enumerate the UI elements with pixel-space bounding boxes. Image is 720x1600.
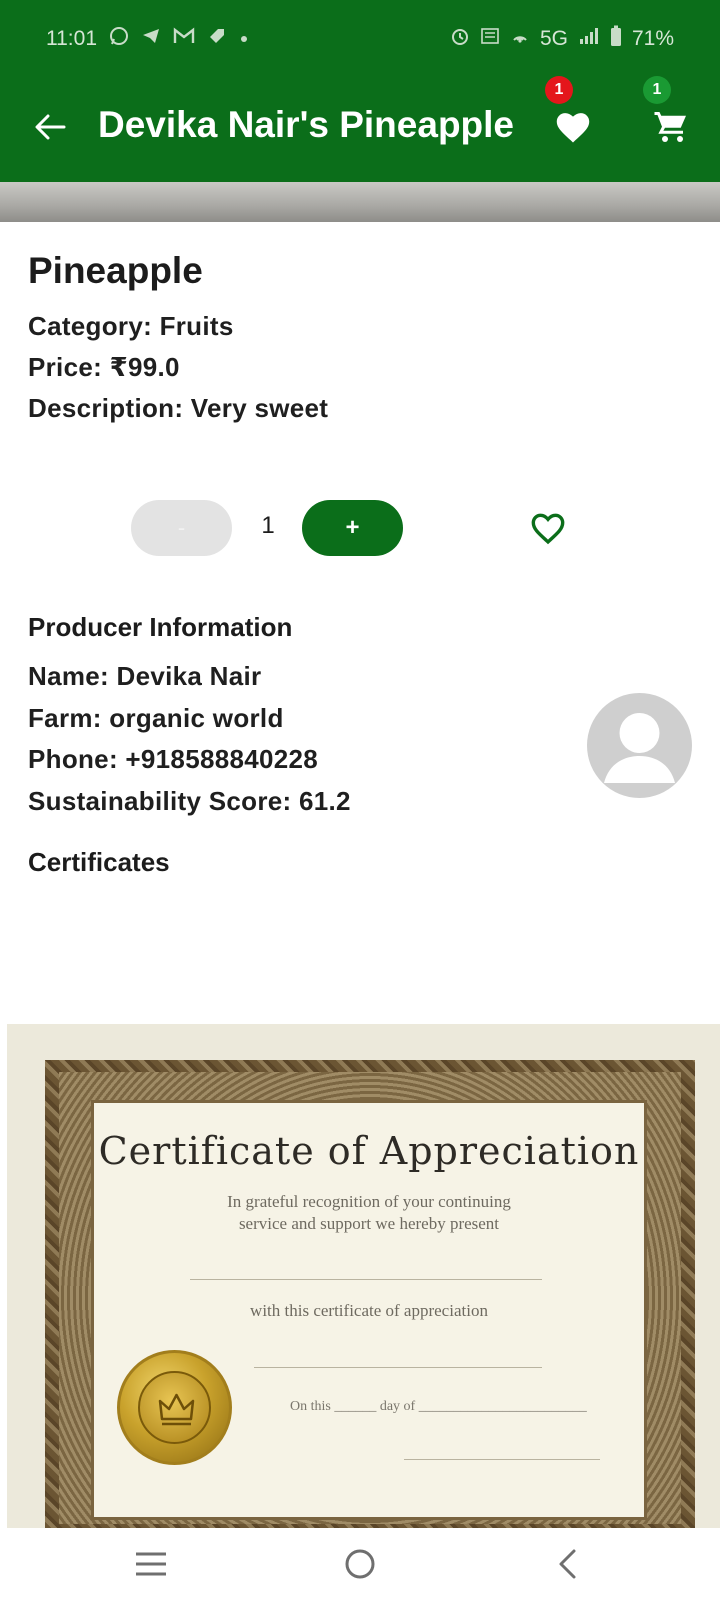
back-nav-button[interactable] <box>537 1542 597 1586</box>
tag-icon <box>207 26 227 52</box>
gold-seal-icon <box>117 1350 232 1465</box>
product-description: Description: Very sweet <box>28 393 329 423</box>
cart-button[interactable] <box>646 102 696 152</box>
certificate-rule <box>254 1367 542 1368</box>
product-price: Price: ₹99.0 <box>28 352 180 382</box>
alarm-icon <box>450 26 470 52</box>
home-icon <box>345 1549 375 1579</box>
seal-center <box>138 1371 211 1444</box>
home-button[interactable] <box>330 1542 390 1586</box>
quantity-value: 1 <box>261 512 275 539</box>
producer-avatar <box>587 693 692 798</box>
system-nav-bar <box>0 1528 720 1600</box>
heart-outline-icon <box>531 513 565 545</box>
status-bar: 11:01 5G 71% <box>0 0 720 78</box>
quantity-stepper: - 1 + <box>0 500 720 556</box>
cart-count-badge: 1 <box>643 76 671 104</box>
add-to-wishlist-button[interactable] <box>527 508 569 548</box>
product-name: Pineapple <box>28 250 203 291</box>
certificate-subtitle: In grateful recognition of your continui… <box>94 1191 644 1235</box>
status-left: 11:01 <box>46 26 249 52</box>
toolbar: Devika Nair's Pineapple 1 1 <box>0 76 720 182</box>
product-image <box>0 182 720 222</box>
decrease-quantity-button[interactable]: - <box>131 500 232 556</box>
certificate-date-line: On this ______ day of __________________… <box>290 1399 587 1414</box>
producer-name: Name: Devika Nair <box>28 661 262 691</box>
back-button[interactable] <box>30 104 70 150</box>
product-category: Category: Fruits <box>28 311 234 341</box>
telegram-icon <box>141 26 161 52</box>
certificate-name-line <box>190 1279 542 1280</box>
page-title: Devika Nair's Pineapple <box>98 104 514 145</box>
recents-button[interactable] <box>121 1542 181 1586</box>
volte-icon <box>480 26 500 52</box>
back-nav-icon <box>559 1549 576 1579</box>
certificate-subline-1: In grateful recognition of your continui… <box>227 1192 511 1211</box>
producer-section-title: Producer Information <box>28 612 293 642</box>
battery-icon <box>610 25 622 53</box>
product-details: Pineapple Category: Fruits Price: ₹99.0 … <box>28 250 698 429</box>
hotspot-icon <box>510 26 530 52</box>
dot-icon <box>239 28 249 50</box>
crown-icon <box>158 1393 195 1426</box>
whatsapp-icon <box>109 26 129 52</box>
cart-icon <box>654 112 686 142</box>
increase-quantity-button[interactable]: + <box>302 500 403 556</box>
gmail-icon <box>173 27 195 51</box>
status-right: 5G 71% <box>450 25 674 53</box>
certificate-signature-line <box>404 1459 600 1460</box>
network-type: 5G <box>539 27 568 50</box>
sustainability-score: Sustainability Score: 61.2 <box>28 785 351 816</box>
heart-filled-icon <box>556 113 590 143</box>
certificate-with-text: with this certificate of appreciation <box>250 1301 488 1320</box>
wishlist-button[interactable] <box>548 102 598 152</box>
certificate-heading: Certificate of Appreciation <box>98 1129 640 1173</box>
status-time: 11:01 <box>46 27 97 50</box>
arrow-left-icon <box>35 114 66 140</box>
certificate-subline-2: service and support we hereby present <box>238 1214 500 1233</box>
certificates-title: Certificates <box>28 847 170 877</box>
certificate-image[interactable]: Certificate of Appreciation In grateful … <box>7 1024 720 1528</box>
person-icon <box>604 713 675 783</box>
battery-level: 71% <box>631 27 674 50</box>
recents-icon <box>136 1552 166 1576</box>
wishlist-count-badge: 1 <box>545 76 573 104</box>
signal-icon <box>578 26 600 52</box>
app-bar: 11:01 5G 71% Devika Nair's Pineapple 1 1 <box>0 0 720 182</box>
